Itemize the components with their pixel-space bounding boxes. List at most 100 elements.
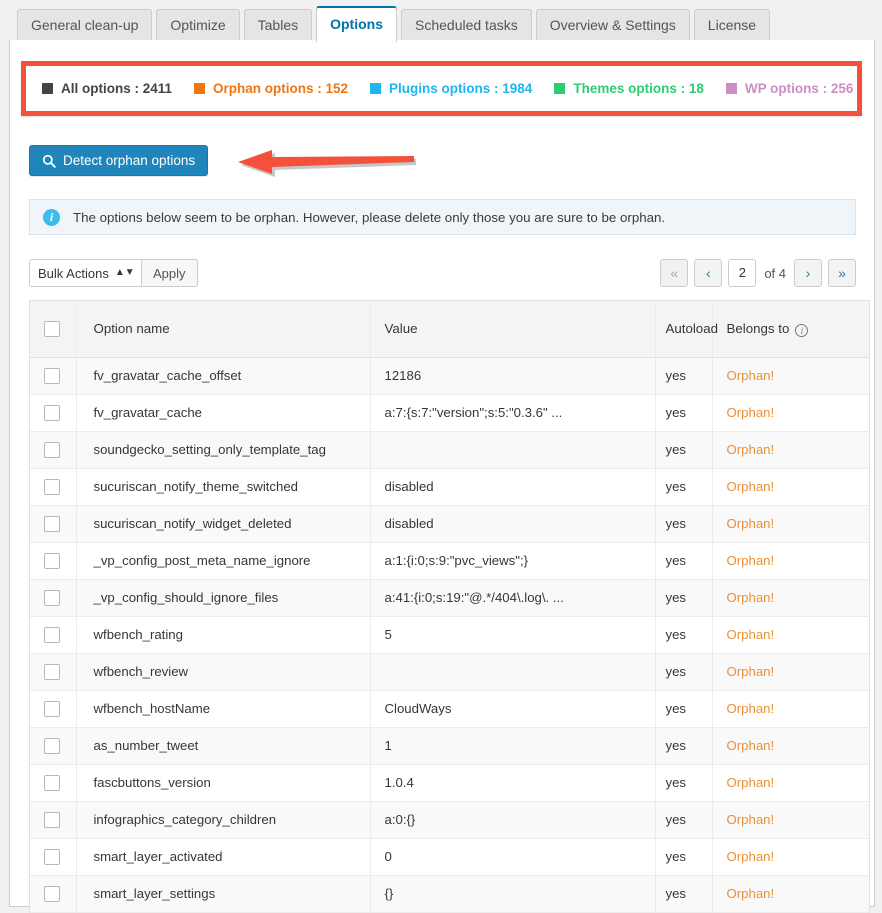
row-checkbox[interactable] [44,811,60,828]
select-all-checkbox[interactable] [44,320,60,337]
bulk-actions-label: Bulk Actions [38,265,109,281]
cell-belongs-to: Orphan! [712,616,869,654]
orphan-notice: i The options below seem to be orphan. H… [29,199,856,235]
row-checkbox[interactable] [44,367,60,384]
row-checkbox[interactable] [44,885,60,902]
cell-value: a:41:{i:0;s:19:"@.*/404\.log\. ... [370,579,656,617]
cell-autoload: yes [655,653,713,691]
row-select-cell [30,875,77,913]
cell-autoload: yes [655,838,713,876]
table-row: fv_gravatar_cache a:7:{s:7:"version";s:5:… [30,394,869,432]
bulk-actions-select[interactable]: Bulk Actions ▲▼ [29,259,144,287]
table-row: fv_gravatar_cache_offset 12186 yes Orphan! [30,357,869,395]
tab-license[interactable]: License [693,9,771,42]
pagination-next-button[interactable]: › [794,259,822,287]
options-table-head: Option name Value Autoload Belongs to i [30,301,869,358]
row-select-cell [30,727,77,765]
orphan-link[interactable]: Orphan! [727,405,775,420]
cell-option-name: _vp_config_post_meta_name_ignore [76,542,371,580]
orphan-link[interactable]: Orphan! [727,849,775,864]
cell-belongs-to: Orphan! [712,542,869,580]
orphan-link[interactable]: Orphan! [727,368,775,383]
header-value[interactable]: Value [370,301,656,358]
legend-item-0[interactable]: All options : 2411 [42,81,172,96]
table-row: _vp_config_should_ignore_files a:41:{i:0;… [30,579,869,617]
cell-value: 5 [370,616,656,654]
cell-value: a:1:{i:0;s:9:"pvc_views";} [370,542,656,580]
row-checkbox[interactable] [44,589,60,606]
pagination-first-button[interactable]: « [660,259,689,287]
orphan-link[interactable]: Orphan! [727,442,775,457]
table-row: wfbench_rating 5 yes Orphan! [30,616,869,654]
orphan-link[interactable]: Orphan! [727,775,775,790]
pagination-prev-button[interactable]: ‹ [694,259,723,287]
tab-optimize[interactable]: Optimize [156,9,240,42]
orphan-link[interactable]: Orphan! [727,516,775,531]
row-select-cell [30,357,77,395]
cell-belongs-to: Orphan! [712,579,869,617]
tab-options[interactable]: Options [316,6,397,42]
row-checkbox[interactable] [44,404,60,421]
legend-item-label: Orphan options : 152 [213,81,349,96]
cell-option-name: smart_layer_activated [76,838,371,876]
header-option-name[interactable]: Option name [76,301,371,358]
tab-scheduled-tasks[interactable]: Scheduled tasks [401,9,532,42]
row-checkbox[interactable] [44,478,60,495]
legend-item-1[interactable]: Orphan options : 152 [194,81,348,96]
table-row: as_number_tweet 1 yes Orphan! [30,727,869,765]
cell-option-name: wfbench_rating [76,616,371,654]
cell-autoload: yes [655,727,713,765]
tab-tables[interactable]: Tables [243,9,313,42]
orphan-link[interactable]: Orphan! [727,590,775,605]
cell-autoload: yes [655,431,713,469]
orphan-link[interactable]: Orphan! [727,553,775,568]
orphan-link[interactable]: Orphan! [727,812,775,827]
pagination-last-button[interactable]: » [828,259,856,287]
row-checkbox[interactable] [44,626,60,643]
cell-value: CloudWays [370,690,656,728]
cell-autoload: yes [655,875,713,913]
legend-item-4[interactable]: WP options : 256 [725,81,853,96]
orphan-link[interactable]: Orphan! [727,664,775,679]
legend-swatch-icon [370,83,382,94]
row-select-cell [30,468,77,506]
orphan-link[interactable]: Orphan! [727,627,775,642]
orphan-link[interactable]: Orphan! [727,886,775,901]
cell-belongs-to: Orphan! [712,653,869,691]
row-checkbox[interactable] [44,552,60,569]
detect-orphan-options-button[interactable]: Detect orphan options [29,145,209,176]
row-checkbox[interactable] [44,441,60,458]
header-belongs-to[interactable]: Belongs to i [712,301,869,358]
cell-autoload: yes [655,579,713,617]
row-select-cell [30,801,77,839]
cell-option-name: fascbuttons_version [76,764,371,802]
orphan-notice-text: The options below seem to be orphan. How… [73,209,666,225]
legend-swatch-icon [725,83,737,94]
row-select-cell [30,616,77,654]
row-checkbox[interactable] [44,515,60,532]
row-checkbox[interactable] [44,700,60,717]
header-autoload[interactable]: Autoload [655,301,718,358]
pagination-current-page-input[interactable]: 2 [728,259,757,287]
cell-belongs-to: Orphan! [712,690,869,728]
table-row: soundgecko_setting_only_template_tag yes O… [30,431,869,469]
legend-item-3[interactable]: Themes options : 18 [554,81,704,96]
row-checkbox[interactable] [44,737,60,754]
cell-autoload: yes [655,394,713,432]
cell-belongs-to: Orphan! [712,505,869,543]
table-row: sucuriscan_notify_widget_deleted disabled… [30,505,869,543]
orphan-link[interactable]: Orphan! [727,738,775,753]
cell-value: 0 [370,838,656,876]
apply-button[interactable]: Apply [141,259,198,287]
table-row: smart_layer_settings{} yes Orphan! [30,875,869,913]
tab-general-clean-up[interactable]: General clean-up [17,9,153,42]
row-checkbox[interactable] [44,848,60,865]
tab-overview-settings[interactable]: Overview & Settings [535,9,690,42]
row-checkbox[interactable] [44,663,60,680]
legend-item-2[interactable]: Plugins options : 1984 [370,81,532,96]
orphan-link[interactable]: Orphan! [727,479,775,494]
info-icon[interactable]: i [795,324,809,337]
row-checkbox[interactable] [44,774,60,791]
orphan-link[interactable]: Orphan! [727,701,775,716]
legend-item-label: Themes options : 18 [573,81,704,96]
